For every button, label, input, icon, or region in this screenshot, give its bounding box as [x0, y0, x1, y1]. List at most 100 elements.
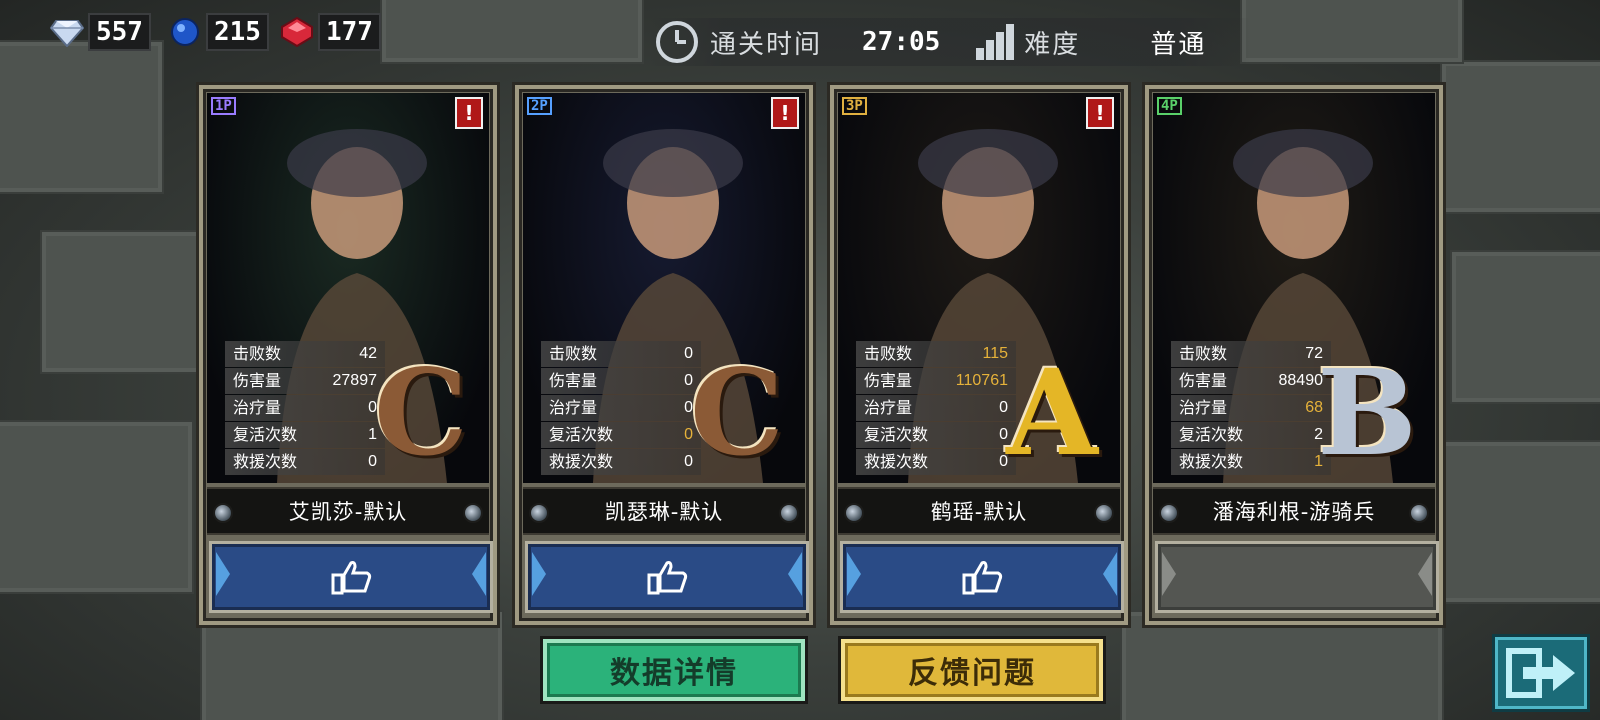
- report-alert-icon[interactable]: !: [455, 97, 483, 129]
- character-name-bar: 潘海利根-游骑兵: [1153, 487, 1435, 535]
- thumbs-up-icon: [962, 561, 1003, 595]
- stat-label: 治疗量: [233, 398, 282, 417]
- bg-tile: [0, 420, 194, 594]
- character-name: 潘海利根-游骑兵: [1212, 500, 1376, 524]
- blue-gem-count: 215: [206, 13, 269, 51]
- stat-row: 救援次数 1: [1171, 449, 1331, 475]
- stat-label: 击败数: [233, 344, 282, 363]
- arrow-right-icon: [1103, 552, 1117, 596]
- stat-label: 伤害量: [549, 371, 598, 390]
- character-portrait: 3P ! 击败数 115 伤害量 110761 治疗量 0 复活次数 0 救援次…: [838, 93, 1120, 483]
- bg-tile: [40, 230, 204, 374]
- player-card: 4P 击败数 72 伤害量 88490 治疗量 68 复活次数 2 救援次数 1…: [1142, 82, 1446, 628]
- grade-letter: A: [1006, 343, 1098, 482]
- currency-diamond: 557: [50, 13, 151, 51]
- player-tag: 3P: [842, 97, 867, 115]
- currency-blue-gem: 215: [168, 13, 269, 51]
- bg-tile: [380, 0, 644, 64]
- diamond-icon: [50, 20, 84, 47]
- character-portrait: 2P ! 击败数 0 伤害量 0 治疗量 0 复活次数 0 救援次数 0 C: [523, 93, 805, 483]
- stat-label: 伤害量: [233, 371, 282, 390]
- report-alert-icon[interactable]: !: [1086, 97, 1114, 129]
- bolt-icon: [1409, 503, 1429, 523]
- stats-table: 击败数 72 伤害量 88490 治疗量 68 复活次数 2 救援次数 1: [1171, 341, 1331, 476]
- bolt-icon: [844, 503, 864, 523]
- stat-label: 复活次数: [1179, 425, 1244, 444]
- exit-button[interactable]: [1492, 634, 1590, 712]
- bg-tile: [1450, 250, 1600, 404]
- stat-label: 治疗量: [549, 398, 598, 417]
- arrow-right-icon: [1418, 552, 1432, 596]
- arrow-left-icon: [532, 552, 546, 596]
- stat-row: 治疗量 0: [541, 395, 701, 421]
- stat-label: 治疗量: [1179, 398, 1228, 417]
- feedback-button[interactable]: 反馈问题: [838, 636, 1106, 704]
- blue-gem-icon: [171, 18, 199, 46]
- bg-tile: [1440, 60, 1600, 214]
- character-name-bar: 艾凯莎-默认: [207, 487, 489, 535]
- like-button[interactable]: [840, 541, 1124, 613]
- bolt-icon: [1094, 503, 1114, 523]
- player-card: 1P ! 击败数 42 伤害量 27897 治疗量 0 复活次数 1 救援次数 …: [196, 82, 500, 628]
- character-portrait: 1P ! 击败数 42 伤害量 27897 治疗量 0 复活次数 1 救援次数 …: [207, 93, 489, 483]
- stat-row: 击败数 115: [856, 341, 1016, 367]
- player-tag: 1P: [211, 97, 236, 115]
- stat-row: 击败数 0: [541, 341, 701, 367]
- stat-row: 救援次数 0: [541, 449, 701, 475]
- player-card: 2P ! 击败数 0 伤害量 0 治疗量 0 复活次数 0 救援次数 0 C 凯…: [512, 82, 816, 628]
- bolt-icon: [213, 503, 233, 523]
- bolt-icon: [1159, 503, 1179, 523]
- stat-row: 伤害量 27897: [225, 368, 385, 394]
- difficulty-label: 难度: [1024, 29, 1081, 60]
- player-tag: 2P: [527, 97, 552, 115]
- arrow-left-icon: [847, 552, 861, 596]
- bg-tile: [0, 40, 164, 194]
- stat-label: 救援次数: [233, 452, 298, 471]
- game-background: 557 215 177 通关时间 27:05 难度 普通 1P ! 击败数 42…: [0, 0, 1600, 720]
- clear-time-value: 27:05: [862, 27, 941, 57]
- stats-table: 击败数 42 伤害量 27897 治疗量 0 复活次数 1 救援次数 0: [225, 341, 385, 476]
- player-card: 3P ! 击败数 115 伤害量 110761 治疗量 0 复活次数 0 救援次…: [827, 82, 1131, 628]
- grade-letter: C: [374, 343, 468, 482]
- character-portrait: 4P 击败数 72 伤害量 88490 治疗量 68 复活次数 2 救援次数 1…: [1153, 93, 1435, 483]
- stat-row: 击败数 72: [1171, 341, 1331, 367]
- data-details-button[interactable]: 数据详情: [540, 636, 808, 704]
- stat-row: 复活次数 2: [1171, 422, 1331, 448]
- player-tag: 4P: [1157, 97, 1182, 115]
- clear-time-label: 通关时间: [710, 29, 823, 60]
- character-name-bar: 凯瑟琳-默认: [523, 487, 805, 535]
- character-name: 艾凯莎-默认: [288, 500, 408, 524]
- clock-icon: [656, 21, 698, 63]
- arrow-right-icon: [788, 552, 802, 596]
- character-name-bar: 鹤瑶-默认: [838, 487, 1120, 535]
- bolt-icon: [463, 503, 483, 523]
- difficulty-value: 普通: [1150, 29, 1207, 60]
- stats-table: 击败数 0 伤害量 0 治疗量 0 复活次数 0 救援次数 0: [541, 341, 701, 476]
- stat-row: 复活次数 0: [541, 422, 701, 448]
- stat-row: 治疗量 68: [1171, 395, 1331, 421]
- stat-row: 救援次数 0: [225, 449, 385, 475]
- stat-row: 伤害量 0: [541, 368, 701, 394]
- report-alert-icon[interactable]: !: [771, 97, 799, 129]
- thumbs-up-icon: [647, 561, 688, 595]
- stat-row: 救援次数 0: [856, 449, 1016, 475]
- stat-label: 击败数: [1179, 344, 1228, 363]
- stat-label: 复活次数: [233, 425, 298, 444]
- bolt-icon: [529, 503, 549, 523]
- bolt-icon: [779, 503, 799, 523]
- like-button[interactable]: [525, 541, 809, 613]
- stat-label: 复活次数: [549, 425, 614, 444]
- data-details-label: 数据详情: [610, 656, 738, 691]
- thumbs-up-icon: [331, 561, 372, 595]
- stat-label: 伤害量: [1179, 371, 1228, 390]
- stat-label: 击败数: [549, 344, 598, 363]
- stat-label: 救援次数: [864, 452, 929, 471]
- feedback-label: 反馈问题: [908, 656, 1036, 691]
- like-button[interactable]: [209, 541, 493, 613]
- stat-value: 110761: [955, 372, 1008, 389]
- character-name: 鹤瑶-默认: [930, 500, 1028, 524]
- stat-label: 击败数: [864, 344, 913, 363]
- stat-row: 击败数 42: [225, 341, 385, 367]
- diamond-count: 557: [88, 13, 151, 51]
- difficulty-icon: [976, 24, 1015, 60]
